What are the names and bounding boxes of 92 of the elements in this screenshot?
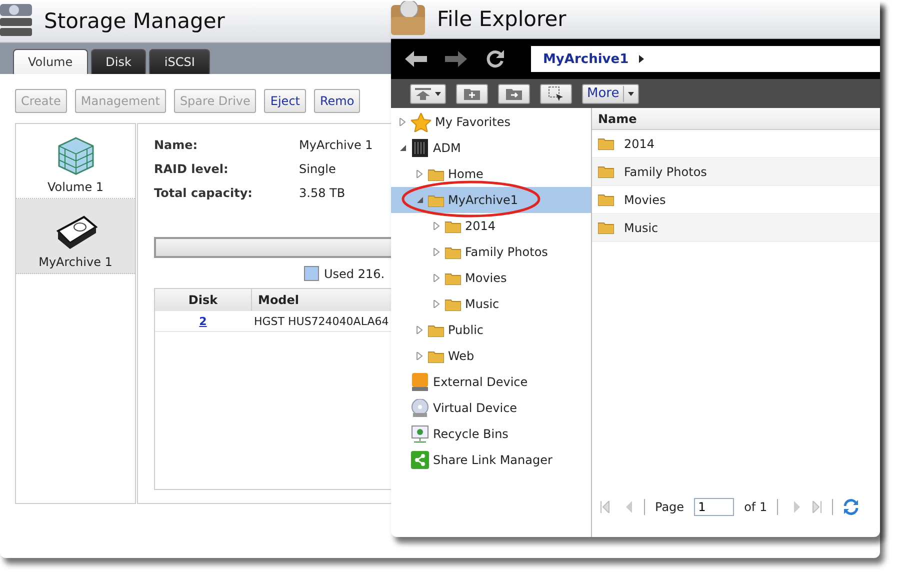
column-header: Disk (155, 289, 252, 311)
detail-value: Single (299, 162, 336, 176)
storage-app-icon (0, 4, 34, 38)
detail-value: MyArchive 1 (299, 138, 373, 152)
detail-value: 3.58 TB (299, 186, 346, 200)
used-swatch (304, 266, 319, 281)
volume-label: MyArchive 1 (38, 255, 112, 269)
tree-item[interactable]: Movies (391, 265, 591, 291)
tab[interactable]: Volume (13, 49, 88, 74)
star-icon (411, 112, 431, 132)
file-row[interactable]: Family Photos (592, 158, 880, 186)
tree-item[interactable]: Home (391, 161, 591, 187)
page-count: of 1 (744, 500, 768, 514)
tree-item[interactable]: Family Photos (391, 239, 591, 265)
first-page-icon[interactable] (600, 501, 610, 513)
toolbar-button[interactable]: Eject (264, 89, 306, 113)
address-field[interactable]: MyArchive1 (531, 46, 880, 72)
volume-label: Volume 1 (47, 180, 104, 194)
upload-button[interactable] (410, 84, 446, 104)
refresh-button[interactable] (485, 49, 505, 69)
toolbar-button[interactable]: Remo (314, 89, 360, 113)
caret-icon (435, 90, 441, 96)
expand-arrow-icon[interactable] (433, 274, 441, 282)
table-cell-text: HGST HUS724040ALA64 (253, 314, 390, 328)
column-header: Name (592, 108, 880, 130)
folder-icon (598, 137, 614, 150)
folder-icon (598, 165, 614, 178)
tree-item[interactable]: Web (391, 343, 591, 369)
volume-item[interactable]: MyArchive 1 (16, 199, 135, 274)
tree-item[interactable]: MyArchive1 (391, 187, 591, 213)
back-button[interactable] (405, 50, 427, 68)
folder-icon (598, 193, 614, 206)
server-icon (411, 139, 429, 157)
folder-icon (428, 350, 444, 362)
more-button[interactable]: More (582, 84, 640, 104)
select-button[interactable] (540, 84, 572, 104)
folder-icon (445, 246, 461, 258)
tab[interactable]: iSCSI (149, 49, 210, 74)
detail-label: Total capacity: (154, 186, 252, 200)
tree-item[interactable]: Virtual Device (391, 395, 591, 421)
hard-drive-icon (54, 215, 98, 251)
tab[interactable]: Disk (90, 49, 146, 74)
collapse-arrow-icon[interactable] (399, 144, 407, 152)
caret-icon (628, 90, 634, 96)
upload-icon (415, 88, 431, 100)
page-field[interactable]: 1 (694, 498, 734, 516)
window-title: Storage Manager (44, 9, 225, 33)
folder-icon (428, 324, 444, 336)
tree-item[interactable]: ADM (391, 135, 591, 161)
folder-icon (445, 220, 461, 232)
folder-icon (445, 298, 461, 310)
folder-icon (445, 272, 461, 284)
forward-button[interactable] (445, 50, 467, 68)
detail-label: Name: (154, 138, 198, 152)
expand-arrow-icon[interactable] (416, 170, 424, 178)
folder-icon (428, 168, 444, 180)
last-page-icon[interactable] (812, 501, 822, 513)
tree-item[interactable]: Recycle Bins (391, 421, 591, 447)
tree-item[interactable]: My Favorites (391, 109, 591, 135)
collapse-arrow-icon[interactable] (416, 196, 424, 204)
refresh-icon[interactable] (843, 499, 860, 515)
detail-label: RAID level: (154, 162, 228, 176)
selection-icon (548, 86, 564, 102)
tree-item[interactable]: Public (391, 317, 591, 343)
expand-arrow-icon[interactable] (433, 222, 441, 230)
share-icon (411, 451, 429, 469)
expand-arrow-icon[interactable] (416, 326, 424, 334)
new-folder-button[interactable] (456, 84, 488, 104)
folder-icon (428, 194, 444, 206)
file-row[interactable]: 2014 (592, 130, 880, 158)
tree-item[interactable]: 2014 (391, 213, 591, 239)
box-icon (391, 1, 427, 37)
page-label: Page (655, 500, 684, 514)
file-row[interactable]: Music (592, 214, 880, 242)
new-folder-icon (464, 87, 480, 100)
cube-icon (56, 136, 96, 176)
folder-icon (598, 221, 614, 234)
file-row[interactable]: Movies (592, 186, 880, 214)
expand-arrow-icon[interactable] (433, 300, 441, 308)
recycle-monitor-icon (411, 425, 429, 443)
move-folder-icon (506, 87, 522, 100)
legend-label: Used 216. (324, 266, 385, 280)
expand-arrow-icon[interactable] (399, 118, 407, 126)
window-title: File Explorer (437, 7, 566, 31)
expand-arrow-icon[interactable] (433, 248, 441, 256)
breadcrumb-arrow-icon (638, 55, 644, 63)
tree-item[interactable]: External Device (391, 369, 591, 395)
tree-item[interactable]: Share Link Manager (391, 447, 591, 473)
expand-arrow-icon[interactable] (416, 352, 424, 360)
external-drive-icon (411, 373, 429, 391)
disk-link[interactable]: 2 (199, 314, 207, 328)
move-button[interactable] (498, 84, 530, 104)
